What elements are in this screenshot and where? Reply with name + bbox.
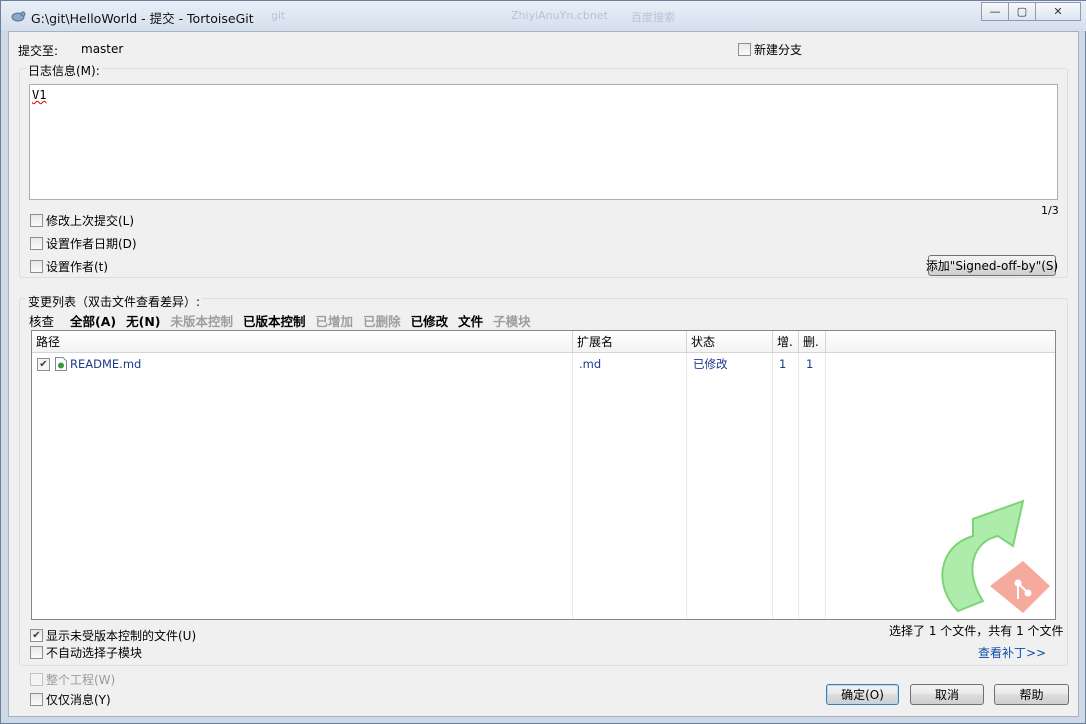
column-added[interactable]: 增. <box>773 331 799 353</box>
window-controls: — ▢ ✕ <box>981 2 1081 21</box>
tortoisegit-logo-watermark <box>941 499 1050 613</box>
filter-versioned[interactable]: 已版本控制 <box>243 311 306 330</box>
file-extension: .md <box>579 357 602 371</box>
branch-name: master <box>81 42 124 56</box>
signed-off-by-button[interactable]: 添加"Signed-off-by"(S) <box>926 255 1058 276</box>
selection-summary: 选择了 1 个文件，共有 1 个文件 <box>889 624 1064 638</box>
filter-submodules[interactable]: 子模块 <box>493 311 531 330</box>
checkbox-box[interactable] <box>30 237 43 250</box>
commit-message-textarea[interactable]: V1 <box>29 84 1058 200</box>
show-unversioned-label: 显示未受版本控制的文件(U) <box>46 629 197 643</box>
background-title-ghost: git <box>271 9 286 22</box>
title-bar[interactable]: G:\git\HelloWorld - 提交 - TortoiseGit git… <box>1 1 1086 31</box>
set-author-label: 设置作者(t) <box>46 260 109 274</box>
new-branch-label: 新建分支 <box>754 43 803 57</box>
checkbox-box[interactable] <box>30 646 43 659</box>
set-author-checkbox[interactable]: 设置作者(t) <box>30 258 108 275</box>
amend-checkbox[interactable]: 修改上次提交(L) <box>30 212 134 229</box>
help-button[interactable]: 帮助 <box>994 684 1069 705</box>
filter-check-label: 核查 <box>29 314 55 329</box>
whole-project-checkbox: 整个工程(W) <box>30 671 115 688</box>
close-icon: ✕ <box>1053 5 1063 18</box>
filter-none[interactable]: 无(N) <box>126 311 160 330</box>
cancel-button[interactable]: 取消 <box>910 684 984 705</box>
background-title-ghost: 百度搜索 <box>631 11 675 24</box>
file-row[interactable]: ✔ README.md .md 已修改 1 1 <box>32 355 1055 373</box>
whole-project-label: 整个工程(W) <box>46 673 116 687</box>
message-line-counter: 1/3 <box>1041 204 1059 217</box>
checkbox-box[interactable]: ✔ <box>30 629 43 642</box>
checkbox-box[interactable] <box>30 214 43 227</box>
file-row-checkbox[interactable]: ✔ <box>37 358 50 371</box>
message-only-label: 仅仅消息(Y) <box>46 693 111 707</box>
filter-modified[interactable]: 已修改 <box>411 311 449 330</box>
lines-deleted: 1 <box>806 357 814 371</box>
set-author-date-label: 设置作者日期(D) <box>46 237 137 251</box>
no-auto-submodule-checkbox[interactable]: 不自动选择子模块 <box>30 644 142 661</box>
new-branch-checkbox[interactable]: 新建分支 <box>738 41 802 58</box>
filter-unversioned[interactable]: 未版本控制 <box>171 311 234 330</box>
message-only-checkbox[interactable]: 仅仅消息(Y) <box>30 691 111 708</box>
column-divider <box>572 353 573 619</box>
view-patch-link[interactable]: 查看补丁>> <box>978 644 1046 661</box>
column-divider <box>825 353 826 619</box>
commit-message-text: V1 <box>32 88 47 102</box>
column-divider <box>686 353 687 619</box>
filter-all[interactable]: 全部(A) <box>70 311 116 330</box>
set-author-date-checkbox[interactable]: 设置作者日期(D) <box>30 235 137 252</box>
filter-files[interactable]: 文件 <box>458 311 483 330</box>
show-unversioned-checkbox[interactable]: ✔ 显示未受版本控制的文件(U) <box>30 627 196 644</box>
list-header: 路径 扩展名 状态 增. 删. <box>32 331 1055 353</box>
background-title-ghost: ZhiyiAnuYn.cbnet <box>511 9 608 22</box>
checkbox-box[interactable] <box>738 43 751 56</box>
filter-bar: 核查 全部(A) 无(N) 未版本控制 已版本控制 已增加 已删除 已修改 文件… <box>29 311 541 330</box>
checkbox-box <box>30 673 43 686</box>
amend-label: 修改上次提交(L) <box>46 214 135 228</box>
modified-file-icon <box>55 357 67 371</box>
maximize-button[interactable]: ▢ <box>1008 2 1036 21</box>
window-title: G:\git\HelloWorld - 提交 - TortoiseGit <box>31 11 254 26</box>
column-status[interactable]: 状态 <box>687 331 773 353</box>
file-path: README.md <box>70 357 142 371</box>
commit-to-label: 提交至: <box>18 44 59 58</box>
lines-added: 1 <box>779 357 787 371</box>
changes-label: 变更列表（双击文件查看差异）: <box>26 293 203 310</box>
maximize-icon: ▢ <box>1016 5 1028 18</box>
checkbox-box[interactable] <box>30 260 43 273</box>
changed-files-list[interactable]: 路径 扩展名 状态 增. 删. ✔ README.md .md 已修改 1 1 <box>31 330 1056 620</box>
commit-window: G:\git\HelloWorld - 提交 - TortoiseGit git… <box>0 0 1086 724</box>
filter-added[interactable]: 已增加 <box>316 311 354 330</box>
close-button[interactable]: ✕ <box>1035 2 1081 21</box>
checkbox-box[interactable] <box>30 693 43 706</box>
minimize-button[interactable]: — <box>981 2 1009 21</box>
dialog-body: 提交至: master 新建分支 日志信息(M): V1 1/3 修改上次提交(… <box>8 31 1079 717</box>
filter-deleted[interactable]: 已删除 <box>363 311 401 330</box>
no-auto-submodule-label: 不自动选择子模块 <box>46 646 143 660</box>
column-divider <box>772 353 773 619</box>
column-extension[interactable]: 扩展名 <box>573 331 687 353</box>
column-path[interactable]: 路径 <box>32 331 573 353</box>
column-deleted[interactable]: 删. <box>799 331 826 353</box>
minimize-icon: — <box>989 5 1001 18</box>
column-divider <box>798 353 799 619</box>
tortoisegit-app-icon <box>11 11 26 22</box>
message-label: 日志信息(M): <box>26 62 102 79</box>
file-status: 已修改 <box>693 357 728 371</box>
ok-button[interactable]: 确定(O) <box>826 684 899 705</box>
